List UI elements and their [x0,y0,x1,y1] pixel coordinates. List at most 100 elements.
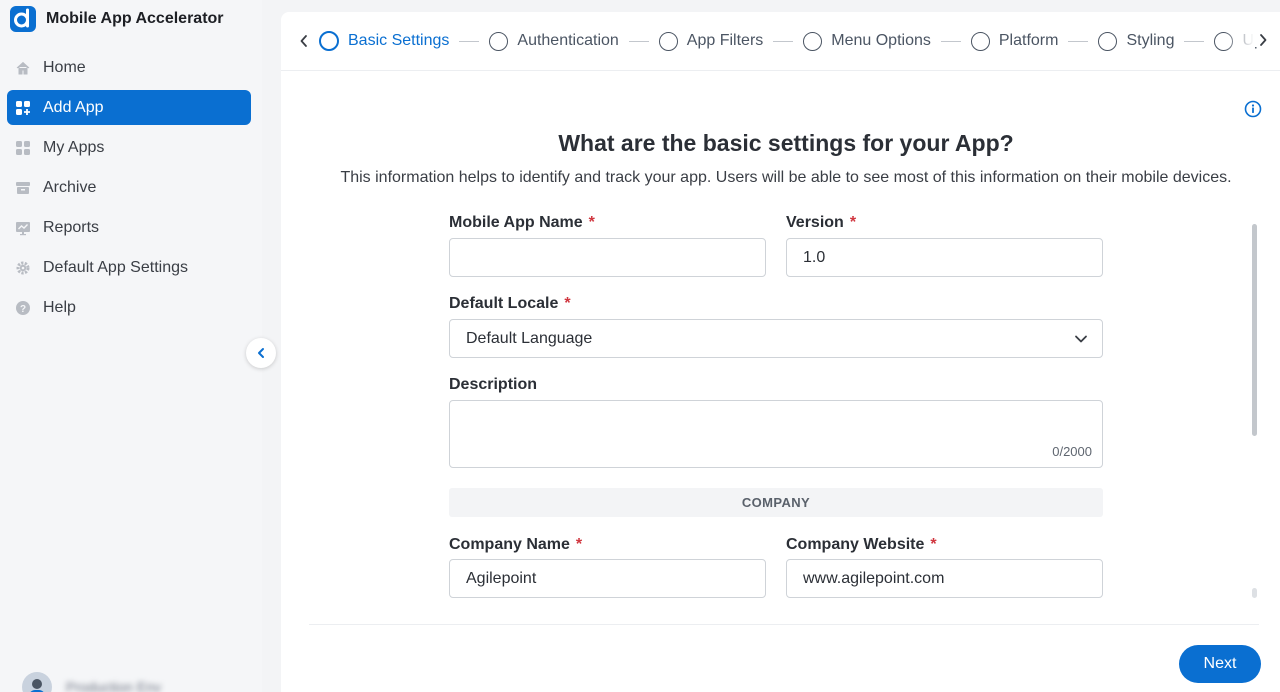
version-label: Version * [786,214,856,232]
page-subtitle: This information helps to identify and t… [340,169,1232,186]
user-name: Production Env [66,679,161,692]
step-label: Menu Options [831,32,931,49]
chevron-left-icon [300,35,307,47]
app-name-input[interactable] [449,238,766,277]
step-circle-icon [658,31,678,51]
footer-divider [309,624,1259,625]
sidebar-item-archive[interactable]: Archive [7,170,251,205]
sidebar-item-home[interactable]: Home [7,50,251,85]
required-marker: * [575,536,583,553]
step-separator [1068,40,1089,42]
scrollbar-thumb[interactable] [1252,224,1257,436]
main-panel: Basic Settings Authentication App Filter… [281,12,1280,692]
company-name-input[interactable]: Agilepoint [449,559,766,598]
step-label: Basic Settings [348,32,450,49]
step-authentication[interactable]: Authentication [489,31,619,51]
character-counter: 0/2000 [1052,444,1092,459]
svg-text:?: ? [20,304,26,315]
step-separator [773,40,794,42]
company-name-label-text: Company Name [449,536,570,553]
required-marker: * [930,536,937,553]
avatar [22,672,52,692]
page-title: What are the basic settings for your App… [558,130,1014,156]
sidebar-item-label: My Apps [43,138,105,156]
company-name-label: Company Name * [449,536,582,554]
app-logo-icon [10,6,36,32]
user-profile[interactable]: Production Env [22,672,161,692]
step-label: Authentication [517,32,619,49]
required-marker: * [588,214,595,231]
collapse-sidebar-button[interactable] [246,338,276,368]
grid-icon [15,140,31,156]
sidebar-item-add-app[interactable]: Add App [7,90,251,125]
description-label: Description [449,376,537,394]
stepper-prev-button[interactable] [297,34,311,48]
step-circle-icon [489,31,509,51]
step-label: App Filters [686,32,764,49]
step-separator [628,40,649,42]
description-label-text: Description [449,376,538,393]
next-button[interactable]: Next [1179,645,1261,683]
chevron-right-icon [1260,34,1267,46]
step-basic-settings[interactable]: Basic Settings [319,31,449,51]
sidebar-item-help[interactable]: ? Help [7,290,251,325]
company-name-value: Agilepoint [466,569,537,587]
wizard-stepper: Basic Settings Authentication App Filter… [281,12,1280,71]
company-website-input[interactable]: www.agilepoint.com [786,559,1103,598]
company-website-value: www.agilepoint.com [803,569,945,587]
step-separator [940,40,961,42]
sidebar-item-default-app-settings[interactable]: Default App Settings [7,250,251,285]
sidebar-item-my-apps[interactable]: My Apps [7,130,251,165]
step-label: Platform [998,32,1059,49]
step-menu-options[interactable]: Menu Options [803,31,931,51]
version-value: 1.0 [803,248,826,266]
step-platform[interactable]: Platform [970,31,1059,51]
default-locale-label: Default Locale * [449,295,571,313]
step-circle-icon [970,31,990,51]
default-locale-select[interactable]: Default Language [449,319,1103,358]
app-name-label-text: Mobile App Name [449,214,583,231]
sidebar-item-label: Home [43,58,86,76]
step-label: Styling [1126,32,1175,49]
step-circle-icon [319,31,339,51]
sidebar-item-label: Reports [43,218,100,236]
default-locale-value: Default Language [466,329,593,347]
step-app-filters[interactable]: App Filters [658,31,764,51]
reports-icon [15,220,31,236]
brand[interactable]: Mobile App Accelerator [10,6,224,32]
step-separator [1184,40,1205,42]
add-app-icon [15,100,31,116]
step-circle-icon [803,31,823,51]
app-name-label: Mobile App Name * [449,214,595,232]
scrollbar-track-end [1252,588,1257,598]
gear-icon [15,260,31,276]
stepper-next-button[interactable] [1254,33,1268,47]
required-marker: * [849,214,857,231]
sidebar-item-label: Archive [43,178,97,196]
sidebar-item-reports[interactable]: Reports [7,210,251,245]
form-scrollbar[interactable] [1250,214,1258,600]
sidebar-nav: Home Add App My Apps Archive Reports Def… [7,50,251,330]
default-locale-label-text: Default Locale [449,295,559,312]
required-marker: * [564,295,571,312]
company-website-label-text: Company Website [786,536,925,553]
description-textarea[interactable]: 0/2000 [449,400,1103,468]
app-title: Mobile App Accelerator [46,10,224,27]
company-section-header: COMPANY [449,488,1103,517]
sidebar-item-label: Default App Settings [43,258,188,276]
version-label-text: Version [786,214,844,231]
step-circle-icon [1098,31,1118,51]
sidebar-item-label: Help [43,298,76,316]
stepper-steps: Basic Settings Authentication App Filter… [319,31,1263,51]
company-website-label: Company Website * [786,536,937,554]
chevron-down-icon [1075,335,1087,342]
chevron-left-icon [258,348,264,358]
info-icon[interactable] [1244,100,1262,118]
version-input[interactable]: 1.0 [786,238,1103,277]
home-icon [15,60,31,76]
sidebar-item-label: Add App [43,98,104,116]
archive-icon [15,180,31,196]
step-separator [459,40,480,42]
help-icon: ? [15,300,31,316]
step-styling[interactable]: Styling [1098,31,1175,51]
